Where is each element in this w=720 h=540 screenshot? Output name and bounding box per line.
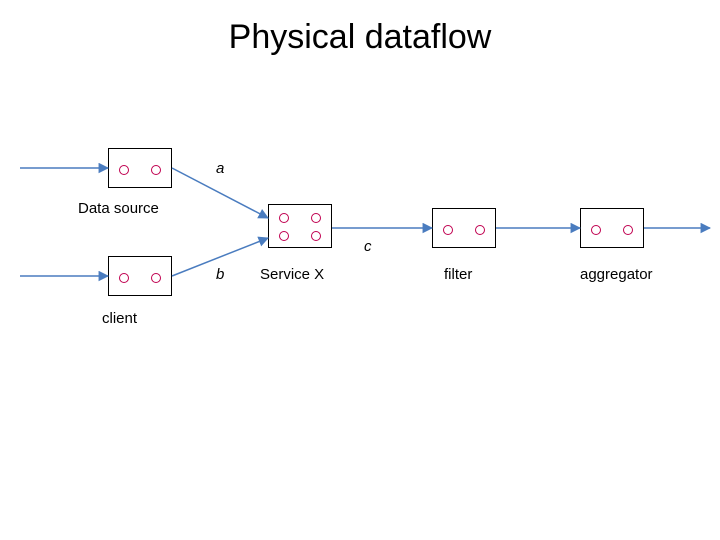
box-filter [432,208,496,248]
label-service-x: Service X [260,266,324,283]
port-icon [151,165,161,175]
diagram-title: Physical dataflow [0,18,720,57]
port-icon [311,231,321,241]
box-aggregator [580,208,644,248]
edge-label-c: c [364,238,372,255]
box-client [108,256,172,296]
box-service-x [268,204,332,248]
port-icon [443,225,453,235]
port-icon [311,213,321,223]
port-icon [623,225,633,235]
port-icon [279,231,289,241]
label-filter: filter [444,266,472,283]
port-icon [119,165,129,175]
port-icon [475,225,485,235]
port-icon [151,273,161,283]
port-icon [591,225,601,235]
label-aggregator: aggregator [580,266,653,283]
edge-label-b: b [216,266,224,283]
edge-label-a: a [216,160,224,177]
port-icon [279,213,289,223]
box-data-source [108,148,172,188]
label-data-source: Data source [78,200,159,217]
label-client: client [102,310,137,327]
port-icon [119,273,129,283]
